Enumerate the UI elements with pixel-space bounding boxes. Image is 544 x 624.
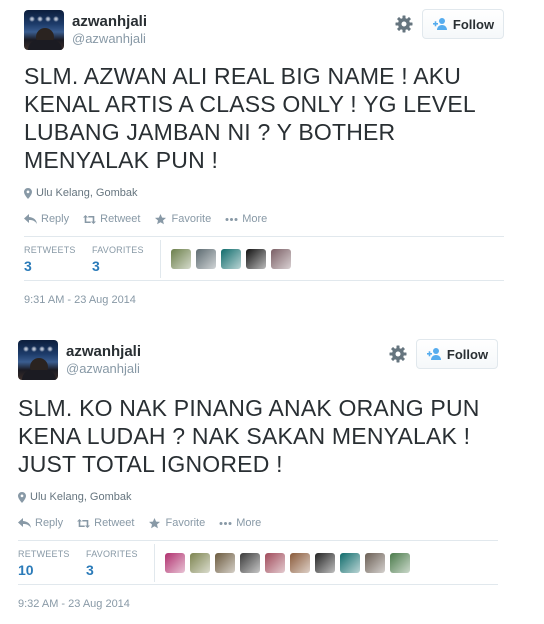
reply-button[interactable]: Reply (18, 517, 63, 529)
tweet-actions: Reply Retweet Favorite More (24, 211, 504, 227)
display-name[interactable]: azwanhjali (72, 12, 147, 31)
favoriter-avatar[interactable] (221, 248, 241, 269)
location-pin-icon (18, 491, 26, 503)
retweet-icon (83, 214, 97, 224)
reply-label: Reply (35, 517, 64, 529)
favoriter-avatar[interactable] (196, 248, 216, 269)
favorite-button[interactable]: Favorite (154, 213, 211, 225)
tweet-location[interactable]: Ulu Kelang, Gombak (24, 186, 504, 200)
username[interactable]: @azwanhjali (72, 31, 147, 47)
stats-divider (160, 239, 161, 278)
favoriter-avatar[interactable] (240, 552, 260, 573)
tweet-header: azwanhjali @azwanhjali Follow (24, 8, 504, 50)
retweets-label: RETWEETS (24, 244, 76, 255)
favoriter-avatar[interactable] (171, 248, 191, 269)
favorites-count: 3 (92, 257, 100, 274)
retweet-button[interactable]: Retweet (83, 213, 140, 225)
reply-label: Reply (41, 213, 70, 225)
favoriter-avatar[interactable] (365, 552, 385, 573)
reply-icon (18, 517, 31, 528)
follow-label: Follow (446, 346, 489, 362)
more-label: More (242, 213, 268, 225)
retweet-icon (77, 518, 91, 528)
tweet-header: azwanhjali @azwanhjali Follow (18, 338, 498, 380)
retweets-count: 10 (18, 561, 34, 578)
retweet-button[interactable]: Retweet (77, 517, 134, 529)
favorites-count: 3 (86, 561, 94, 578)
tweet-stats: RETWEETS 10 FAVORITES 3 (18, 540, 498, 585)
favoriter-avatar[interactable] (190, 552, 210, 573)
retweets-stat[interactable]: RETWEETS 10 (18, 547, 86, 579)
tweet-location[interactable]: Ulu Kelang, Gombak (18, 490, 498, 504)
favoriter-avatar[interactable] (290, 552, 310, 573)
tweet-stats: RETWEETS 3 FAVORITES 3 (24, 236, 504, 281)
favorites-label: FAVORITES (92, 244, 144, 255)
favoriter-avatar[interactable] (315, 552, 335, 573)
stats-divider (154, 543, 155, 582)
avatar[interactable] (24, 10, 64, 50)
follow-user-icon (426, 348, 441, 360)
retweet-label: Retweet (94, 517, 135, 529)
tweet-actions: Reply Retweet Favorite More (18, 515, 498, 531)
more-label: More (236, 517, 262, 529)
retweets-label: RETWEETS (18, 548, 70, 559)
tweet-timestamp[interactable]: 9:32 AM - 23 Aug 2014 (18, 597, 498, 611)
favorites-stat[interactable]: FAVORITES 3 (92, 243, 160, 275)
star-icon (149, 517, 161, 528)
avatar[interactable] (18, 340, 58, 380)
favorites-label: FAVORITES (86, 548, 138, 559)
favoriter-avatar[interactable] (215, 552, 235, 573)
gear-icon[interactable] (388, 344, 408, 364)
tweet: azwanhjali @azwanhjali Follow SLM. AZWAN… (24, 8, 504, 307)
location-label: Ulu Kelang, Gombak (36, 187, 138, 199)
retweet-label: Retweet (100, 213, 141, 225)
user-names[interactable]: azwanhjali @azwanhjali (66, 342, 141, 377)
tweet-text: SLM. AZWAN ALI REAL BIG NAME ! AKU KENAL… (24, 63, 476, 173)
tweet-timestamp[interactable]: 9:31 AM - 23 Aug 2014 (24, 293, 504, 307)
location-pin-icon (24, 187, 32, 199)
favorites-stat[interactable]: FAVORITES 3 (86, 547, 154, 579)
favoriter-avatar[interactable] (246, 248, 266, 269)
favorite-label: Favorite (165, 517, 206, 529)
favorite-button[interactable]: Favorite (148, 517, 205, 529)
tweet-text: SLM. KO NAK PINANG ANAK ORANG PUN KENA L… (18, 395, 480, 477)
retweets-count: 3 (24, 257, 32, 274)
reply-icon (24, 213, 37, 224)
follow-button[interactable]: Follow (416, 339, 498, 369)
favoriter-avatars (171, 248, 291, 269)
favoriter-avatars (165, 552, 410, 573)
tweet: azwanhjali @azwanhjali Follow SLM. KO NA… (18, 338, 498, 611)
favoriter-avatar[interactable] (390, 552, 410, 573)
follow-button[interactable]: Follow (422, 9, 504, 39)
reply-button[interactable]: Reply (24, 213, 69, 225)
location-label: Ulu Kelang, Gombak (30, 491, 132, 503)
favoriter-avatar[interactable] (340, 552, 360, 573)
favoriter-avatar[interactable] (271, 248, 291, 269)
retweets-stat[interactable]: RETWEETS 3 (24, 243, 92, 275)
favoriter-avatar[interactable] (265, 552, 285, 573)
display-name[interactable]: azwanhjali (66, 342, 141, 361)
more-button[interactable]: More (225, 213, 267, 225)
more-dots-icon (225, 217, 238, 221)
favorite-label: Favorite (171, 213, 212, 225)
more-dots-icon (219, 521, 232, 525)
favoriter-avatar[interactable] (165, 552, 185, 573)
user-names[interactable]: azwanhjali @azwanhjali (72, 12, 147, 47)
star-icon (155, 213, 167, 224)
follow-user-icon (432, 18, 447, 30)
follow-label: Follow (452, 16, 495, 32)
more-button[interactable]: More (219, 517, 261, 529)
gear-icon[interactable] (394, 14, 414, 34)
username[interactable]: @azwanhjali (66, 361, 141, 377)
